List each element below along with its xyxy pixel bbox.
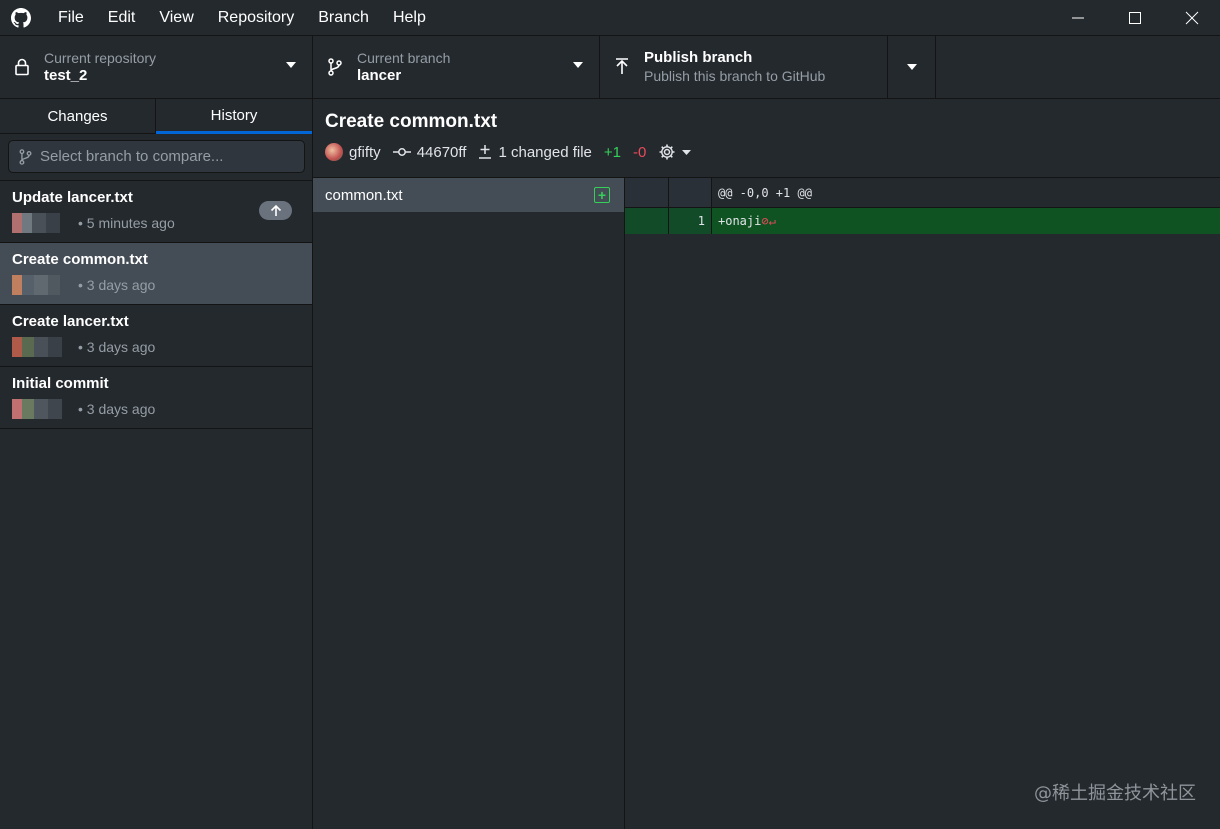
additions-count: +1 — [603, 143, 621, 161]
minimize-button[interactable] — [1049, 0, 1106, 35]
commit-icon — [392, 148, 411, 156]
sha-value: 44670ff — [416, 143, 467, 161]
main-panel: Create common.txt gfifty 44670ff 1 chang… — [313, 99, 1220, 829]
menu-branch[interactable]: Branch — [306, 0, 381, 35]
avatar — [325, 143, 343, 161]
commit-title: Create lancer.txt — [12, 313, 129, 330]
branch-icon — [327, 58, 343, 76]
author-name: gfifty — [349, 143, 381, 161]
hunk-header-text: @@ -0,0 +1 @@ — [718, 186, 812, 200]
current-repository-button[interactable]: Current repository test_2 — [0, 36, 313, 98]
avatar — [12, 337, 74, 357]
deletions-count: -0 — [632, 143, 647, 161]
current-branch-button[interactable]: Current branch lancer — [313, 36, 600, 98]
menu-help[interactable]: Help — [381, 0, 438, 35]
diff-options-button[interactable] — [658, 143, 697, 161]
avatar — [12, 213, 74, 233]
arrow-up-icon — [270, 204, 281, 216]
avatar — [12, 399, 74, 419]
branch-icon — [19, 148, 32, 165]
chevron-down-icon — [682, 149, 692, 155]
commit-title: Create common.txt — [12, 251, 148, 268]
file-diff-icon — [479, 145, 492, 159]
sidebar: Changes History Update lancer.txt • 5 mi… — [0, 99, 313, 829]
diff-view: @@ -0,0 +1 @@ 1 +onaji⊘↵ — [625, 178, 1220, 829]
new-line-gutter — [669, 178, 712, 207]
commit-author: gfifty — [325, 143, 381, 161]
commit-time: • 3 days ago — [78, 339, 156, 355]
chevron-down-icon — [573, 62, 583, 68]
window-controls — [1049, 0, 1220, 35]
github-logo-icon — [0, 0, 42, 35]
tab-changes[interactable]: Changes — [0, 99, 156, 134]
commit-item[interactable]: Initial commit • 3 days ago — [0, 367, 312, 429]
title-bar: File Edit View Repository Branch Help — [0, 0, 1220, 35]
chevron-down-icon — [286, 62, 296, 68]
new-line-number: 1 — [669, 208, 712, 234]
sidebar-tabs: Changes History — [0, 99, 312, 134]
watermark: @稀土掘金技术社区 — [1034, 783, 1196, 804]
unpushed-badge — [259, 201, 292, 220]
commit-time: • 3 days ago — [78, 401, 156, 417]
menu-repository[interactable]: Repository — [206, 0, 306, 35]
compare-branch-box[interactable] — [8, 140, 305, 173]
upload-icon — [614, 58, 630, 75]
commit-time: • 3 days ago — [78, 277, 156, 293]
no-newline-icon: ⊘↵ — [761, 214, 776, 228]
file-added-icon: + — [594, 187, 610, 203]
publish-subtitle: Publish this branch to GitHub — [644, 68, 826, 84]
maximize-icon — [1128, 11, 1141, 24]
publish-title: Publish branch — [644, 49, 753, 66]
avatar — [12, 275, 74, 295]
toolbar: Current repository test_2 Current branch… — [0, 35, 1220, 99]
diff-line-text: +onaji — [718, 214, 762, 228]
commit-item[interactable]: Update lancer.txt • 5 minutes ago — [0, 181, 312, 243]
changed-files-count: 1 changed file — [478, 143, 592, 161]
commit-heading: Create common.txt — [325, 111, 498, 132]
branch-label: Current branch — [357, 50, 451, 66]
changed-files-list: common.txt + — [313, 178, 625, 829]
repository-name: test_2 — [44, 67, 88, 84]
menu-view[interactable]: View — [147, 0, 205, 35]
commit-time: • 5 minutes ago — [78, 215, 175, 231]
commit-title: Initial commit — [12, 375, 109, 392]
commit-item[interactable]: Create common.txt • 3 days ago — [0, 243, 312, 305]
diff-line-added[interactable]: 1 +onaji⊘↵ — [625, 208, 1220, 234]
minimize-icon — [1071, 17, 1084, 18]
file-list-item[interactable]: common.txt + — [313, 178, 624, 212]
old-line-gutter — [625, 208, 669, 234]
old-line-gutter — [625, 178, 669, 207]
menu-edit[interactable]: Edit — [96, 0, 148, 35]
commit-sha[interactable]: 44670ff — [392, 143, 467, 161]
close-icon — [1185, 11, 1198, 24]
chevron-down-icon — [906, 64, 917, 70]
lock-icon — [14, 58, 30, 76]
publish-branch-button[interactable]: Publish branch Publish this branch to Gi… — [600, 36, 888, 98]
diff-line-content: +onaji⊘↵ — [712, 208, 1220, 234]
file-name: common.txt — [325, 186, 403, 204]
gear-icon — [659, 144, 675, 160]
commit-title: Update lancer.txt — [12, 189, 133, 206]
changed-files-text: 1 changed file — [498, 143, 592, 161]
compare-branch-input[interactable] — [40, 148, 280, 165]
branch-name: lancer — [357, 67, 402, 84]
publish-dropdown-button[interactable] — [888, 36, 936, 98]
diff-hunk-header: @@ -0,0 +1 @@ — [625, 178, 1220, 208]
repository-label: Current repository — [44, 50, 157, 66]
menu-file[interactable]: File — [42, 0, 96, 35]
maximize-button[interactable] — [1106, 0, 1163, 35]
compare-branch-area — [0, 134, 312, 181]
commit-summary: Create common.txt gfifty 44670ff 1 chang… — [313, 99, 1220, 178]
close-button[interactable] — [1163, 0, 1220, 35]
commit-item[interactable]: Create lancer.txt • 3 days ago — [0, 305, 312, 367]
tab-history[interactable]: History — [156, 99, 312, 134]
